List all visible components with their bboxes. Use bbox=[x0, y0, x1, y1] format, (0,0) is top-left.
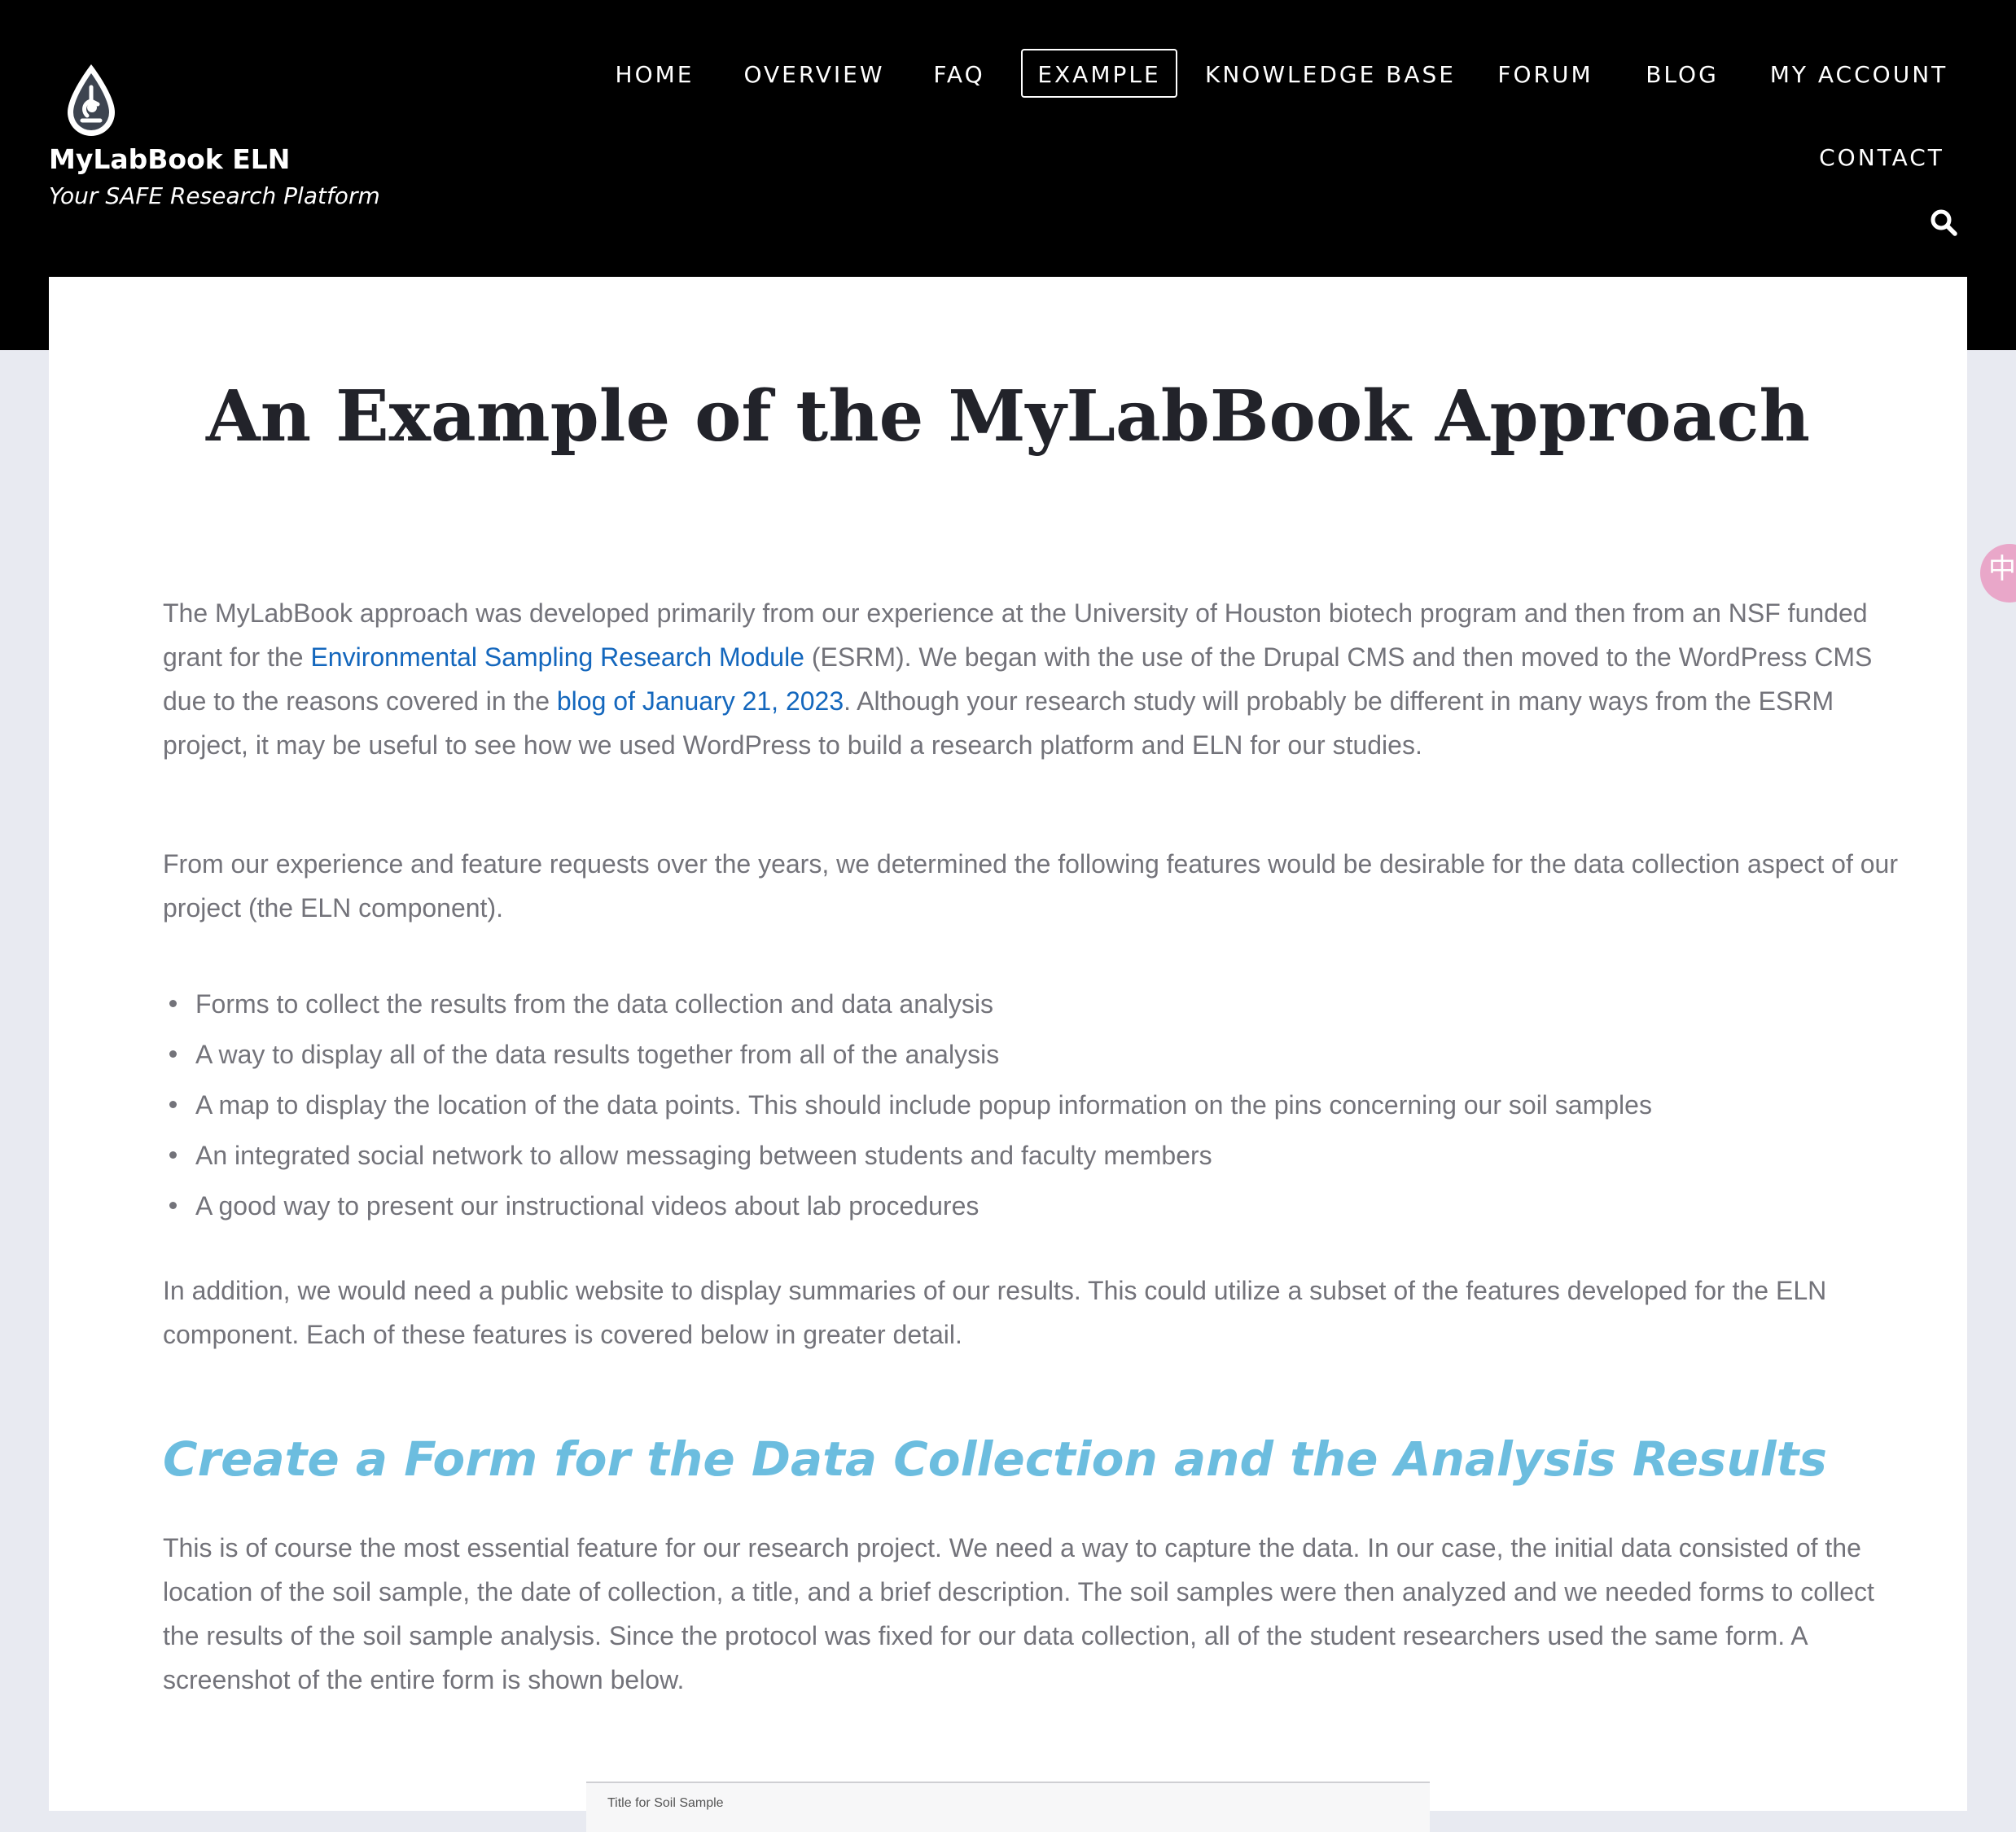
translate-widget-button[interactable]: 中 bbox=[1980, 544, 2016, 603]
nav-home[interactable]: HOME bbox=[598, 50, 712, 99]
section-heading: Create a Form for the Data Collection an… bbox=[163, 1431, 1827, 1487]
nav-knowledge-base[interactable]: KNOWLEDGE BASE bbox=[1205, 50, 1453, 99]
blog-link[interactable]: blog of January 21, 2023 bbox=[557, 686, 844, 716]
addition-paragraph: In addition, we would need a public webs… bbox=[163, 1276, 1827, 1349]
translate-icon: 中 bbox=[1988, 554, 2016, 585]
form-field-label: Title for Soil Sample bbox=[607, 1796, 724, 1810]
feature-list: Forms to collect the results from the da… bbox=[163, 979, 1905, 1231]
list-item: A good way to present our instructional … bbox=[163, 1181, 1905, 1231]
list-item: A way to display all of the data results… bbox=[163, 1029, 1905, 1080]
site-tagline: Your SAFE Research Platform bbox=[49, 182, 380, 209]
nav-example[interactable]: EXAMPLE bbox=[1021, 49, 1177, 98]
page-title: An Example of the MyLabBook Approach bbox=[205, 375, 1811, 458]
nav-my-account[interactable]: MY ACCOUNT bbox=[1767, 50, 1951, 99]
nav-forum[interactable]: FORUM bbox=[1490, 50, 1601, 99]
flask-drop-logo-icon[interactable] bbox=[63, 62, 120, 140]
search-icon[interactable] bbox=[1930, 208, 1957, 236]
main-content: An Example of the MyLabBook Approach The… bbox=[49, 277, 1967, 1832]
esrm-link[interactable]: Environmental Sampling Research Module bbox=[310, 642, 804, 672]
section-body-paragraph: This is of course the most essential fea… bbox=[163, 1533, 1874, 1694]
intro-paragraph: The MyLabBook approach was developed pri… bbox=[163, 591, 1905, 767]
nav-faq[interactable]: FAQ bbox=[920, 50, 998, 99]
form-screenshot-image: Title for Soil Sample bbox=[586, 1782, 1430, 1832]
list-item: An integrated social network to allow me… bbox=[163, 1130, 1905, 1181]
nav-blog[interactable]: BLOG bbox=[1640, 50, 1725, 99]
nav-contact[interactable]: CONTACT bbox=[1812, 134, 1951, 182]
list-item: A map to display the location of the dat… bbox=[163, 1080, 1905, 1130]
site-name[interactable]: MyLabBook ELN bbox=[49, 143, 290, 175]
list-item: Forms to collect the results from the da… bbox=[163, 979, 1905, 1029]
nav-overview[interactable]: OVERVIEW bbox=[738, 50, 891, 99]
features-intro-paragraph: From our experience and feature requests… bbox=[163, 849, 1898, 923]
